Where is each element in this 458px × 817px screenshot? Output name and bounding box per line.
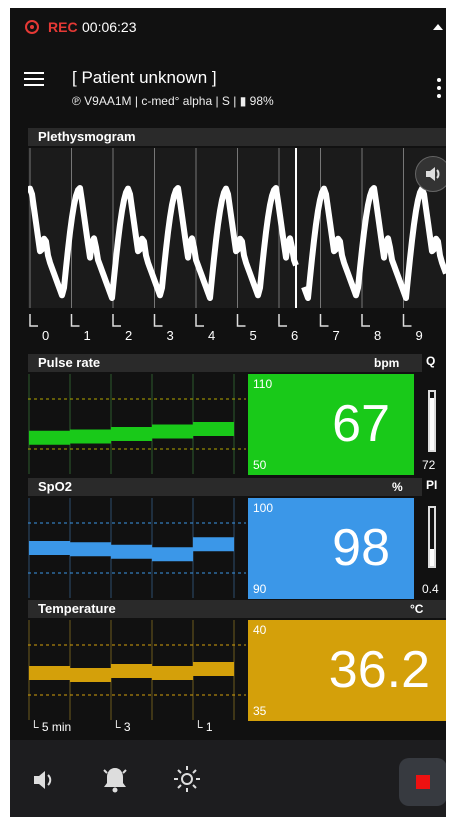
- trend-bar: [111, 544, 152, 559]
- pleth-tick-mark: [29, 314, 38, 327]
- rec-label: REC: [48, 19, 78, 35]
- bell-icon[interactable]: [100, 764, 130, 796]
- pulse-value-tile[interactable]: 110 67 50: [248, 374, 414, 475]
- pleth-tick-label: 3: [167, 328, 174, 343]
- pulse-high-limit: 110: [253, 377, 273, 391]
- temp-trend: [28, 620, 246, 720]
- trend-bar: [152, 547, 193, 562]
- pleth-tick-mark: [236, 314, 246, 327]
- pleth-header: Plethysmogram: [28, 128, 446, 146]
- pleth-tick-label: 1: [84, 328, 91, 343]
- spo2-value: 98: [332, 519, 390, 577]
- pleth-tick-mark: [112, 314, 121, 327]
- bottom-toolbar: [10, 740, 446, 817]
- menu-icon[interactable]: [24, 72, 44, 86]
- pleth-tick-label: 7: [333, 328, 340, 343]
- pleth-title: Plethysmogram: [38, 129, 136, 144]
- pulse-value: 67: [332, 395, 390, 453]
- trend-bar: [111, 664, 152, 678]
- trend-bar: [193, 537, 234, 552]
- record-icon: [25, 20, 39, 34]
- temp-value-tile[interactable]: 40 36.2 35: [248, 620, 446, 721]
- status-bar: REC 00:06:23: [10, 8, 446, 46]
- spo2-unit: %: [392, 480, 403, 494]
- temp-high-limit: 40: [253, 623, 267, 637]
- trend-bar: [152, 666, 193, 680]
- time-axis-label-3: └ 3: [112, 720, 131, 734]
- spo2-low-limit: 90: [253, 582, 267, 596]
- pleth-tick-mark: [361, 314, 370, 327]
- pleth-tick-mark: [153, 314, 163, 327]
- speaker-icon[interactable]: [30, 766, 58, 794]
- pleth-tick-label: 2: [125, 328, 132, 343]
- rec-time: 00:06:23: [82, 19, 137, 35]
- pleth-tick-label: 4: [208, 328, 215, 343]
- trend-bar: [193, 662, 234, 676]
- trend-bar: [111, 427, 152, 441]
- pulse-unit: bpm: [374, 356, 400, 370]
- trend-bar: [29, 666, 70, 680]
- collapse-caret-icon[interactable]: [433, 24, 443, 30]
- quality-value: 72: [422, 458, 436, 472]
- pulse-title: Pulse rate: [38, 355, 101, 370]
- pleth-tick-label: 8: [374, 328, 381, 343]
- spo2-value-tile[interactable]: 100 98 90: [248, 498, 414, 599]
- temp-low-limit: 35: [253, 704, 267, 718]
- pi-value: 0.4: [422, 582, 439, 596]
- spo2-title: SpO2: [38, 479, 72, 494]
- more-options-icon[interactable]: [437, 78, 441, 98]
- temp-value: 36.2: [328, 641, 430, 699]
- pleth-tick-mark: [402, 314, 412, 327]
- patient-title[interactable]: [ Patient unknown ]: [72, 68, 217, 88]
- trend-bar: [70, 429, 111, 444]
- temp-header: Temperature °C: [28, 600, 446, 618]
- speaker-icon: [426, 167, 440, 181]
- trend-bar: [70, 668, 111, 682]
- pi-bar: [428, 506, 436, 568]
- pleth-panel: 0 1 2 3 4 5 6 7 8 9: [28, 148, 446, 343]
- trend-bar: [152, 424, 193, 439]
- pulse-trend: [28, 374, 246, 474]
- quality-fill: [430, 397, 434, 450]
- time-axis-label-5: └ 5 min: [30, 720, 72, 734]
- trend-bar: [29, 430, 70, 445]
- pleth-sound-button[interactable]: [415, 156, 446, 192]
- pulse-side-label: Q: [426, 354, 436, 368]
- brightness-icon[interactable]: [172, 764, 202, 794]
- quality-bar: [428, 390, 436, 452]
- stop-recording-button[interactable]: [399, 758, 446, 806]
- pleth-tick-mark: [195, 314, 204, 327]
- pleth-tick-mark: [319, 314, 329, 327]
- temp-title: Temperature: [38, 601, 116, 616]
- spo2-header: SpO2 %: [28, 478, 422, 496]
- trend-bar: [193, 422, 234, 436]
- pleth-tick-label: 9: [416, 328, 423, 343]
- device-info: ℗ V9AA1M | c-med° alpha | S | ▮ 98%: [72, 94, 274, 108]
- pulse-header: Pulse rate bpm: [28, 354, 422, 372]
- app-screen: REC 00:06:23 [ Patient unknown ] ℗ V9AA1…: [10, 8, 446, 817]
- pleth-tick-mark: [70, 314, 80, 327]
- pleth-tick-label: 0: [42, 328, 49, 343]
- pi-fill: [430, 548, 434, 566]
- trend-bar: [29, 541, 70, 555]
- pleth-tick-label: 6: [291, 328, 298, 343]
- spo2-side-label: PI: [426, 478, 438, 492]
- pleth-axis: 0 1 2 3 4 5 6 7 8 9: [29, 314, 423, 343]
- pleth-tick-mark: [278, 314, 287, 327]
- trend-bar: [70, 542, 111, 557]
- time-axis-label-1: └ 1: [194, 720, 213, 734]
- pulse-low-limit: 50: [253, 458, 267, 472]
- spo2-trend: [28, 498, 246, 598]
- spo2-high-limit: 100: [253, 501, 274, 515]
- pleth-tick-label: 5: [250, 328, 257, 343]
- temp-unit: °C: [410, 602, 424, 616]
